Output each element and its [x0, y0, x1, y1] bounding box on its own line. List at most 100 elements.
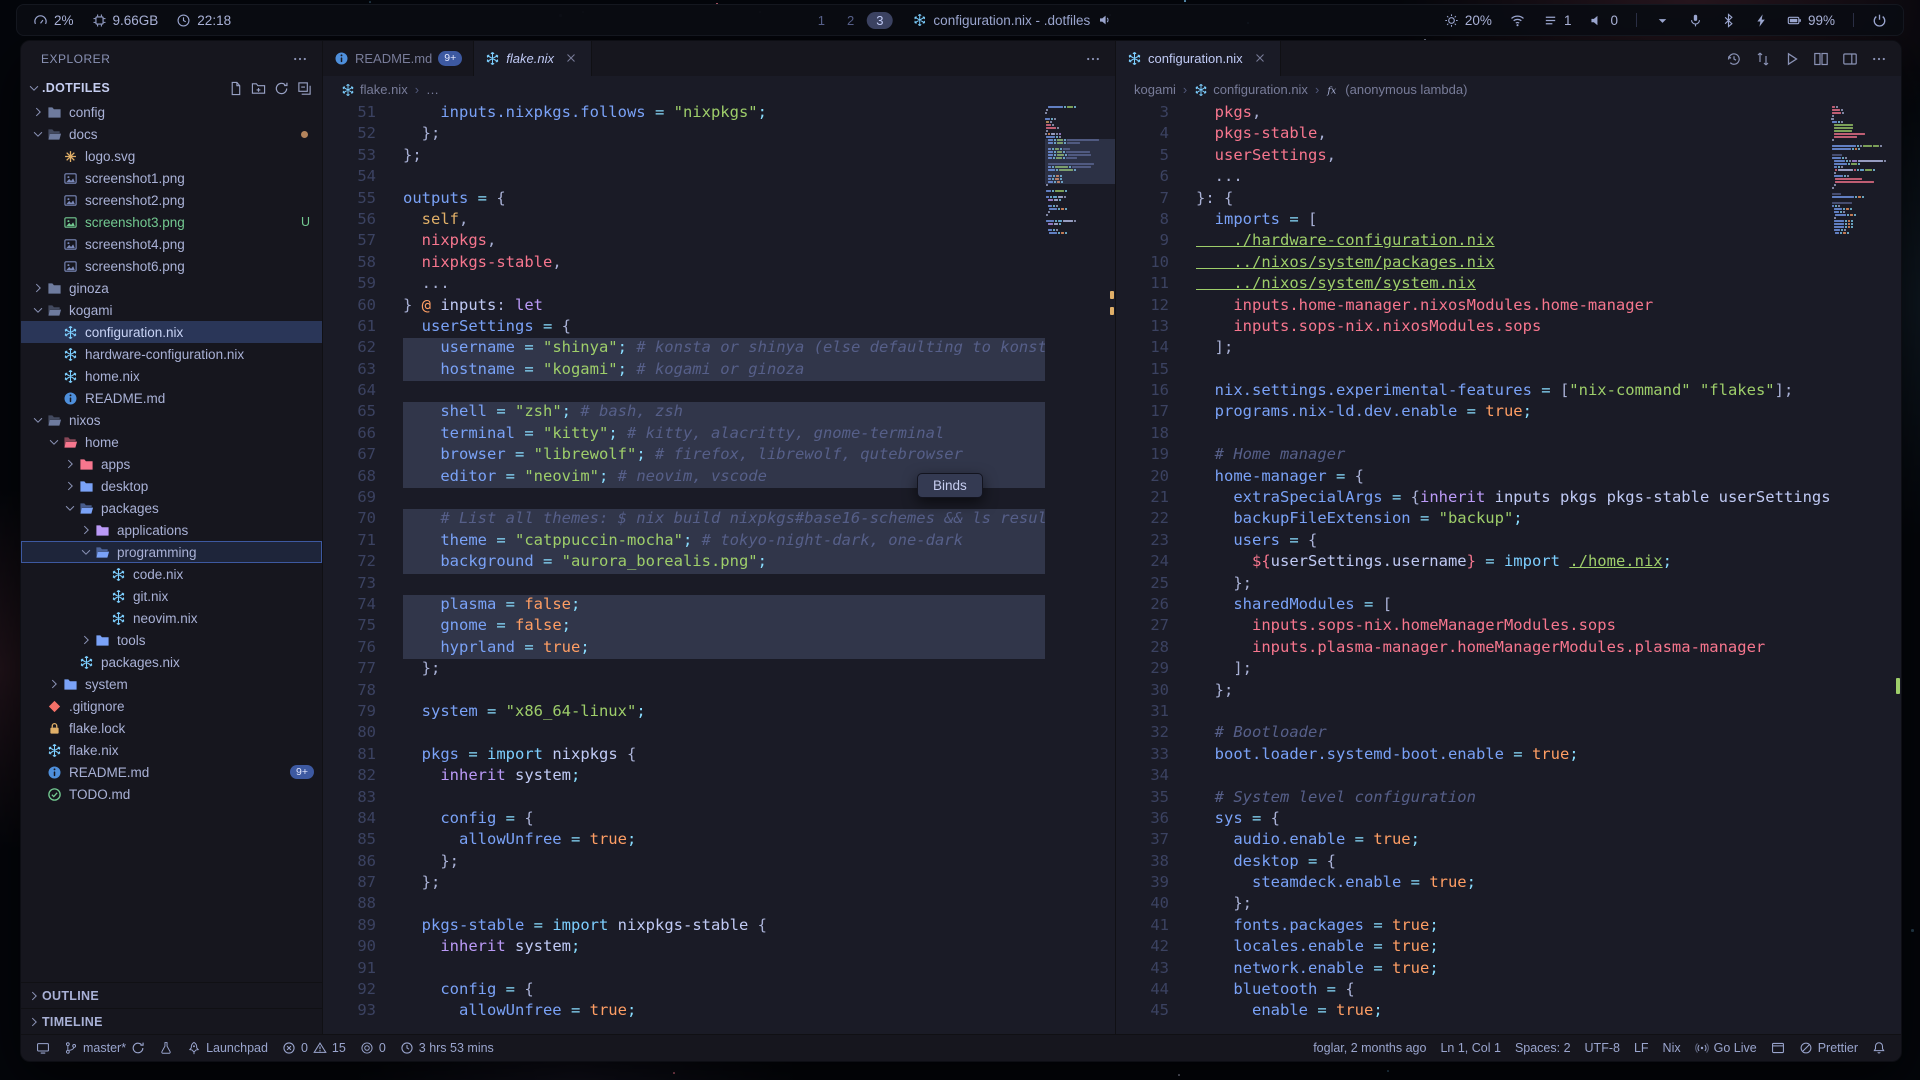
new-file-icon[interactable] [228, 81, 243, 96]
code-line-62[interactable]: username = "shinya"; # konsta or shinya … [403, 338, 1045, 359]
code-line-18[interactable] [1196, 424, 1831, 445]
code-line-91[interactable] [403, 959, 1045, 980]
code-line-63[interactable]: hostname = "kogami"; # kogami or ginoza [403, 360, 1045, 381]
code-line-19[interactable]: # Home manager [1196, 445, 1831, 466]
topbar-volume[interactable]: 0 [1589, 13, 1618, 28]
status-go-live[interactable]: Go Live [1688, 1035, 1764, 1061]
code-line-58[interactable]: nixpkgs-stable, [403, 253, 1045, 274]
code-line-12[interactable]: inputs.home-manager.nixosModules.home-ma… [1196, 296, 1831, 317]
status-git-branch[interactable]: master* [57, 1035, 152, 1061]
code-line-23[interactable]: users = { [1196, 531, 1831, 552]
status-notifications[interactable] [1865, 1035, 1893, 1061]
timeline-panel-header[interactable]: TIMELINE [21, 1008, 322, 1034]
workspace-3[interactable]: 3 [867, 12, 892, 29]
code-line-51[interactable]: inputs.nixpkgs.follows = "nixpkgs"; [403, 103, 1045, 124]
tree-item-packages[interactable]: packages [21, 497, 322, 519]
editor-flake-nix[interactable]: 5152535455565758596061626364656667686970… [323, 103, 1115, 1034]
tree-item-kogami[interactable]: kogami [21, 299, 322, 321]
code-line-26[interactable]: sharedModules = [ [1196, 595, 1831, 616]
code-line-4[interactable]: pkgs-stable, [1196, 124, 1831, 145]
layout-icon[interactable] [1842, 51, 1858, 67]
tree-item-configuration.nix[interactable]: configuration.nix [21, 321, 322, 343]
code-line-71[interactable]: theme = "catppuccin-mocha"; # tokyo-nigh… [403, 531, 1045, 552]
tree-item-docs[interactable]: docs [21, 123, 322, 145]
tree-item-apps[interactable]: apps [21, 453, 322, 475]
code-line-3[interactable]: pkgs, [1196, 103, 1831, 124]
status-encoding[interactable]: UTF-8 [1578, 1035, 1627, 1061]
tree-item-ginoza[interactable]: ginoza [21, 277, 322, 299]
code-line-42[interactable]: locales.enable = true; [1196, 937, 1831, 958]
tree-item-screenshot6.png[interactable]: screenshot6.png [21, 255, 322, 277]
tree-item-screenshot4.png[interactable]: screenshot4.png [21, 233, 322, 255]
tree-item-applications[interactable]: applications [21, 519, 322, 541]
tree-item-flake.lock[interactable]: flake.lock [21, 717, 322, 739]
code-line-30[interactable]: }; [1196, 681, 1831, 702]
topbar-battery[interactable]: 99% [1787, 13, 1835, 28]
code-line-16[interactable]: nix.settings.experimental-features = ["n… [1196, 381, 1831, 402]
status-blame[interactable]: foglar, 2 months ago [1306, 1035, 1433, 1061]
workspace-root-header[interactable]: .DOTFILES [21, 76, 322, 100]
run-icon[interactable] [1784, 51, 1800, 67]
code-line-70[interactable]: # List all themes: $ nix build nixpkgs#b… [403, 509, 1045, 530]
tree-item-neovim.nix[interactable]: neovim.nix [21, 607, 322, 629]
code-line-67[interactable]: browser = "librewolf"; # firefox, librew… [403, 445, 1045, 466]
code-line-24[interactable]: ${userSettings.username} = import ./home… [1196, 552, 1831, 573]
code-line-92[interactable]: config = { [403, 980, 1045, 1001]
tree-item-packages.nix[interactable]: packages.nix [21, 651, 322, 673]
code-line-88[interactable] [403, 894, 1045, 915]
code-line-38[interactable]: desktop = { [1196, 852, 1831, 873]
code-line-59[interactable]: ... [403, 274, 1045, 295]
code-line-15[interactable] [1196, 360, 1831, 381]
tree-item-screenshot1.png[interactable]: screenshot1.png [21, 167, 322, 189]
tree-item-todo.md[interactable]: TODO.md [21, 783, 322, 805]
code-line-7[interactable]: }: { [1196, 189, 1831, 210]
code-area[interactable]: pkgs, pkgs-stable, userSettings, ...}: {… [1196, 103, 1831, 1034]
status-indentation[interactable]: Spaces: 2 [1508, 1035, 1578, 1061]
code-line-20[interactable]: home-manager = { [1196, 467, 1831, 488]
tree-item-programming[interactable]: programming [21, 541, 322, 563]
code-area[interactable]: inputs.nixpkgs.follows = "nixpkgs"; };};… [403, 103, 1045, 1034]
topbar-network[interactable] [1510, 13, 1525, 28]
code-line-80[interactable] [403, 723, 1045, 744]
tree-item-flake.nix[interactable]: flake.nix [21, 739, 322, 761]
code-line-52[interactable]: }; [403, 124, 1045, 145]
code-line-41[interactable]: fonts.packages = true; [1196, 916, 1831, 937]
topbar-power[interactable] [1872, 13, 1887, 28]
tab-configuration[interactable]: configuration.nix [1116, 41, 1281, 76]
code-line-76[interactable]: hyprland = true; [403, 638, 1045, 659]
code-line-44[interactable]: bluetooth = { [1196, 980, 1831, 1001]
tree-item-screenshot3.png[interactable]: screenshot3.pngU [21, 211, 322, 233]
more-actions-icon[interactable] [292, 51, 308, 67]
code-line-21[interactable]: extraSpecialArgs = {inherit inputs pkgs … [1196, 488, 1831, 509]
code-line-11[interactable]: ../nixos/system/system.nix [1196, 274, 1831, 295]
status-problems[interactable]: 015 [275, 1035, 353, 1061]
code-line-6[interactable]: ... [1196, 167, 1831, 188]
code-line-13[interactable]: inputs.sops-nix.nixosModules.sops [1196, 317, 1831, 338]
refresh-icon[interactable] [274, 81, 289, 96]
code-line-25[interactable]: }; [1196, 574, 1831, 595]
code-line-36[interactable]: sys = { [1196, 809, 1831, 830]
code-line-33[interactable]: boot.loader.systemd-boot.enable = true; [1196, 745, 1831, 766]
code-line-89[interactable]: pkgs-stable = import nixpkgs-stable { [403, 916, 1045, 937]
editor-configuration-nix[interactable]: 3456789101112131415161718192021222324252… [1116, 103, 1901, 1034]
code-line-45[interactable]: enable = true; [1196, 1001, 1831, 1022]
workspace-2[interactable]: 2 [838, 12, 863, 29]
tree-item-readme.md[interactable]: README.md [21, 387, 322, 409]
code-line-27[interactable]: inputs.sops-nix.homeManagerModules.sops [1196, 616, 1831, 637]
code-line-9[interactable]: ./hardware-configuration.nix [1196, 231, 1831, 252]
more-icon[interactable] [1085, 51, 1101, 67]
topbar-updates[interactable]: 1 [1543, 13, 1572, 28]
history-icon[interactable] [1726, 51, 1742, 67]
tree-item-home.nix[interactable]: home.nix [21, 365, 322, 387]
topbar-power-profile[interactable] [1754, 13, 1769, 28]
code-line-32[interactable]: # Bootloader [1196, 723, 1831, 744]
code-line-40[interactable]: }; [1196, 894, 1831, 915]
tree-item-readme.md[interactable]: README.md9+ [21, 761, 322, 783]
status-preview[interactable] [1764, 1035, 1792, 1061]
tab-flake[interactable]: flake.nix [474, 41, 592, 76]
new-folder-icon[interactable] [251, 81, 266, 96]
code-line-10[interactable]: ../nixos/system/packages.nix [1196, 253, 1831, 274]
tree-item-code.nix[interactable]: code.nix [21, 563, 322, 585]
breadcrumb-item-configuration.nix[interactable]: configuration.nix [1194, 82, 1308, 97]
code-line-65[interactable]: shell = "zsh"; # bash, zsh [403, 402, 1045, 423]
